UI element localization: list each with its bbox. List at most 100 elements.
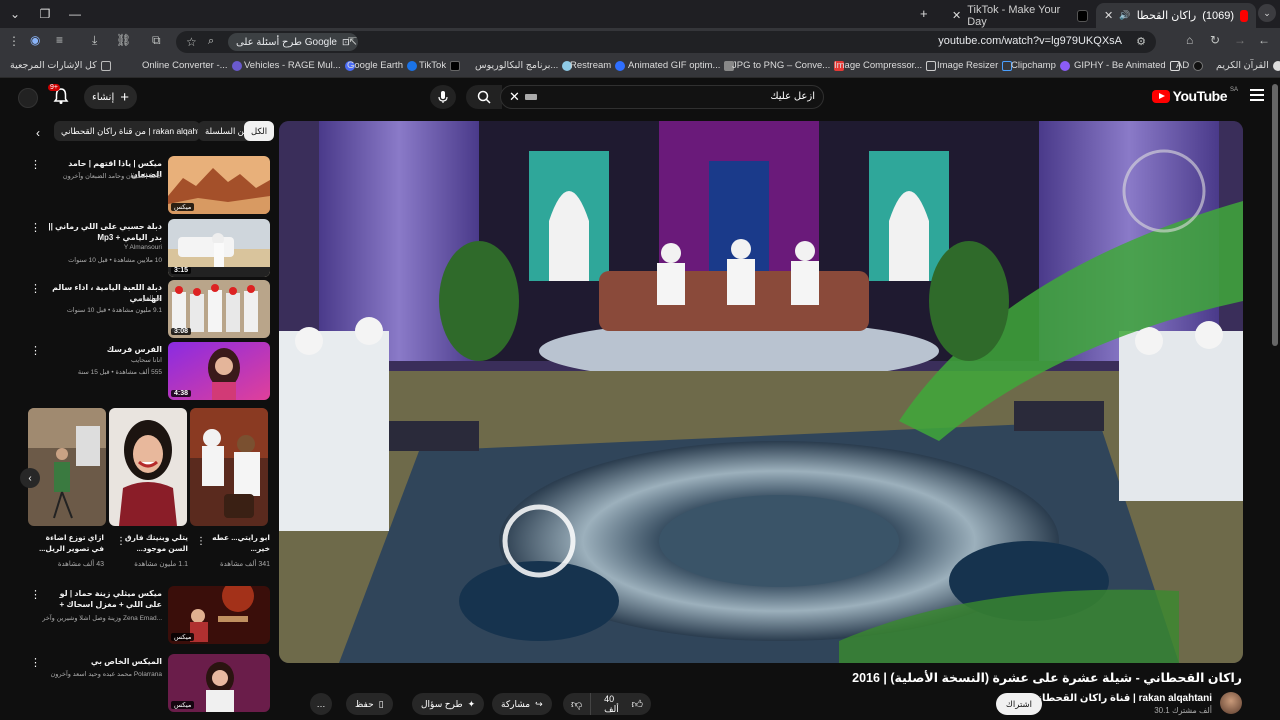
extension-icon[interactable]: ≡	[56, 33, 63, 47]
more-options-icon[interactable]: ⋮	[30, 221, 41, 234]
bookmark-ezgif[interactable]: Animated GIF optim...	[628, 60, 735, 71]
bookmark-image-compressor[interactable]: Image Compressor...	[834, 60, 937, 71]
bookmark-star-icon[interactable]: ☆	[186, 35, 197, 49]
video-player[interactable]	[279, 121, 1243, 663]
forward-icon[interactable]: →	[1234, 33, 1246, 47]
tab-youtube[interactable]: ✕ 🔊 راكان القحطاني - شيلة (1069)	[1096, 3, 1256, 28]
browser-tabbar: ⌄ ❐ — ✕ TikTok - Make Your Day ✕ 🔊 راكان…	[0, 0, 1280, 28]
list-item[interactable]: ⋮ الفرس فرسك انانا سحايب 555 ألف مشاهدة …	[24, 342, 270, 400]
short-item[interactable]	[28, 408, 106, 526]
chip-channel[interactable]: من قناة راكان القحطاني | rakan alqahtani	[54, 121, 200, 141]
bookmark-rage[interactable]: Vehicles - RAGE Mul...	[244, 60, 355, 71]
short-item[interactable]	[190, 408, 268, 526]
more-options-icon[interactable]: ⋮	[30, 158, 41, 171]
site-settings-icon[interactable]: ⚙	[1136, 35, 1146, 48]
short-views: 341 ألف مشاهدة	[219, 561, 270, 568]
restore-window-icon[interactable]: ❐	[30, 0, 60, 28]
bookmark-jpg-to-png[interactable]: JPG to PNG – Conve...	[732, 60, 845, 71]
subscribe-button[interactable]: اشتراك	[995, 693, 1042, 715]
bookmark-google-earth[interactable]: Google Earth	[347, 60, 417, 71]
youtube-logo[interactable]: YouTube SA	[1151, 87, 1238, 104]
dislike-button[interactable]: 👎︎	[563, 693, 592, 715]
list-item[interactable]: ⋮ ميكس | ياذا اقتهم | حامد الضبعان حامد …	[24, 156, 270, 214]
ask-button[interactable]: طرح سؤال ✦	[412, 693, 485, 715]
bookmark-quran[interactable]: القرآن الكريم	[1216, 60, 1280, 71]
short-item[interactable]	[109, 408, 187, 526]
audio-icon[interactable]: 🔊	[1119, 10, 1130, 21]
rec-thumbnail[interactable]: 3:08	[168, 280, 270, 338]
like-dislike-group: 👎︎ 40 ألف 👍︎	[563, 693, 651, 715]
extensions-puzzle-icon[interactable]: ⧉	[152, 33, 161, 48]
download-icon[interactable]: ⤓	[92, 33, 97, 48]
more-options-icon[interactable]: ⋮	[30, 588, 41, 601]
search-lens-icon[interactable]: ⌕	[208, 35, 214, 48]
send-tab-icon[interactable]: ⇱	[348, 35, 357, 48]
bookmark-image-resizer[interactable]: Image Resizer	[937, 60, 1013, 71]
tab-search-icon[interactable]: ⌄	[1258, 4, 1276, 22]
tiktok-favicon-icon	[1077, 9, 1088, 22]
list-item[interactable]: ⋮ دبلة اللعبة اليامية ، اداء سالم الهمام…	[24, 280, 270, 338]
list-item[interactable]: ⋮ ميكس ميثلي زينة حماد | لو على اللي + م…	[24, 586, 270, 644]
bookmark-tiktok[interactable]: TikTok	[419, 60, 461, 71]
home-icon[interactable]: ⌂	[1186, 33, 1193, 47]
rec-thumbnail[interactable]: ميكس	[168, 654, 270, 712]
more-options-icon[interactable]: ⋮	[30, 656, 41, 669]
omnibox[interactable]: ☆ ⌕ طرح أسئلة على Google ⊡ ⇱ youtube.com…	[176, 31, 1156, 53]
hamburger-menu-icon[interactable]	[1250, 89, 1264, 101]
rec-badge: ميكس	[171, 633, 195, 641]
close-tab-icon[interactable]: ✕	[1104, 9, 1113, 22]
back-icon[interactable]: ←	[1258, 33, 1270, 47]
list-item[interactable]: ⋮ الميكس الخاص بي Polarrana محمد عبده وح…	[24, 654, 270, 712]
page-scrollbar[interactable]	[1272, 84, 1278, 346]
microphone-icon	[438, 91, 448, 103]
account-avatar[interactable]	[18, 88, 38, 108]
rec-thumbnail[interactable]: ميكس	[168, 586, 270, 644]
plus-icon: +	[120, 88, 129, 106]
share-icon: ↪	[535, 698, 543, 709]
reload-icon[interactable]: ↻	[1210, 33, 1220, 47]
channel-name[interactable]: قناة راكان القحطاني | rakan alqahtani	[1028, 693, 1212, 704]
clear-search-icon[interactable]: ✕	[509, 89, 520, 105]
bookmark-ad[interactable]: AD	[1176, 60, 1204, 71]
rec-thumbnail[interactable]: ميكس	[168, 156, 270, 214]
save-button[interactable]: حفظ ▯	[346, 693, 393, 715]
chrome-menu-icon[interactable]: ⋮	[8, 34, 20, 48]
voice-search-button[interactable]	[430, 85, 456, 109]
share-button[interactable]: مشاركة ↪	[492, 693, 552, 715]
ask-google-pill[interactable]: طرح أسئلة على Google ⊡	[228, 33, 358, 51]
chip-all[interactable]: الكل	[244, 121, 275, 141]
sparkle-icon: ✦	[467, 698, 476, 709]
bookmark-clipchamp[interactable]: Clipchamp	[1011, 60, 1070, 71]
keyboard-icon[interactable]	[525, 94, 537, 100]
bookmark-bachelor[interactable]: برنامج البكالوريوس...	[475, 60, 573, 71]
short-title[interactable]: ازاي توزع اضاءة في تصوير الريل...	[34, 532, 104, 554]
tab-tiktok[interactable]: ✕ TikTok - Make Your Day	[944, 3, 1096, 28]
new-tab-icon[interactable]: +	[920, 6, 928, 21]
create-button[interactable]: إنشاء +	[84, 85, 137, 109]
bookmark-online-converter[interactable]: Online Converter -...	[142, 60, 242, 71]
channel-avatar[interactable]	[1220, 692, 1242, 714]
short-title[interactable]: يتلي وبنيتك فارق السن موجود...	[118, 532, 188, 554]
shorts-prev-button[interactable]: ‹	[20, 468, 40, 488]
bookmark-giphy[interactable]: GIPHY - Be Animated	[1074, 60, 1180, 71]
list-item[interactable]: ⋮ دبلة حسبي على اللي رماني || بدر اليامي…	[24, 219, 270, 277]
rec-thumbnail[interactable]: 3:15	[168, 219, 270, 277]
like-button[interactable]: 40 ألف 👍︎	[596, 693, 651, 715]
more-options-icon[interactable]: ⋮	[30, 344, 41, 357]
bookmark-icon: ▯	[378, 698, 384, 709]
link-icon[interactable]: ⛓	[116, 33, 131, 47]
ad-icon	[1193, 60, 1204, 71]
rec-thumbnail[interactable]: 4:38	[168, 342, 270, 400]
close-tab-icon[interactable]: ✕	[952, 9, 961, 22]
bookmark-restream[interactable]: Restream	[570, 60, 626, 71]
bookmark-all[interactable]: كل الإشارات المرجعية	[10, 60, 111, 71]
profile-icon[interactable]: ◉	[30, 33, 40, 47]
more-actions-button[interactable]: …	[310, 693, 332, 715]
window-menu-icon[interactable]: ⌄	[0, 0, 30, 28]
short-title[interactable]: ابو رايتي... عطه خير...	[200, 532, 270, 554]
minimize-window-icon[interactable]: —	[60, 0, 90, 28]
search-button[interactable]	[466, 85, 502, 109]
search-input[interactable]: ✕ ازعل عليك	[500, 85, 824, 109]
rec-meta: 9.1 مليون مشاهدة • قبل 10 سنوات	[66, 307, 162, 314]
more-options-icon[interactable]: ⋮	[30, 282, 41, 295]
